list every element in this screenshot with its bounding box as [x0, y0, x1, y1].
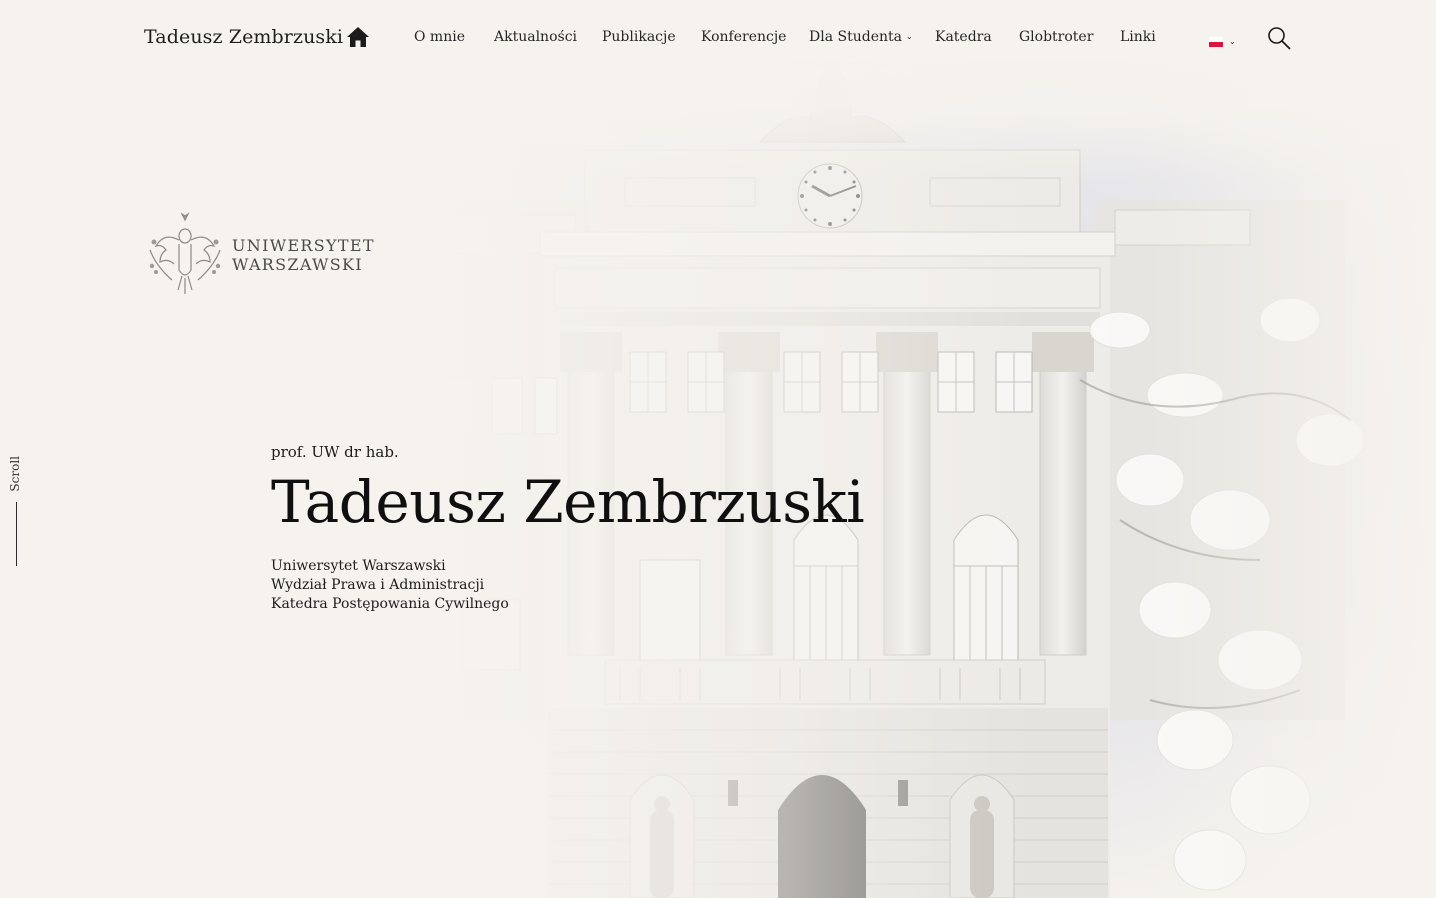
- nav-item-linki[interactable]: Linki: [1120, 29, 1156, 45]
- poland-flag-icon: [1209, 36, 1223, 47]
- university-logo-line1: UNIWERSYTET: [232, 236, 375, 255]
- site-title[interactable]: Tadeusz Zembrzuski: [144, 26, 343, 48]
- nav-item-aktualnosci[interactable]: Aktualności: [494, 29, 577, 45]
- search-icon[interactable]: [1267, 26, 1291, 50]
- university-logo-line2: WARSZAWSKI: [232, 255, 363, 274]
- chevron-down-icon: ⌄: [1229, 37, 1236, 46]
- chevron-down-icon: ⌄: [905, 32, 913, 41]
- scroll-line: [16, 502, 17, 566]
- affiliation-line: Katedra Postępowania Cywilnego: [271, 596, 509, 612]
- nav-item-konferencje[interactable]: Konferencje: [701, 29, 786, 45]
- academic-degree: prof. UW dr hab.: [271, 443, 399, 461]
- home-icon[interactable]: [346, 26, 370, 48]
- hero-name-heading: Tadeusz Zembrzuski: [271, 468, 865, 536]
- affiliation-line: Wydział Prawa i Administracji: [271, 577, 485, 593]
- nav-item-publikacje[interactable]: Publikacje: [602, 29, 676, 45]
- nav-item-o-mnie[interactable]: O mnie: [414, 29, 465, 45]
- scroll-label: Scroll: [8, 456, 22, 492]
- language-selector[interactable]: ⌄: [1209, 31, 1236, 50]
- nav-item-dla-studenta-label: Dla Studenta: [809, 29, 902, 45]
- university-logo-text: UNIWERSYTET WARSZAWSKI: [232, 236, 375, 274]
- affiliation-line: Uniwersytet Warszawski: [271, 558, 446, 574]
- eagle-emblem-icon: [149, 212, 221, 294]
- hero-background-building: [0, 0, 1436, 898]
- nav-item-katedra[interactable]: Katedra: [935, 29, 992, 45]
- nav-item-globtroter[interactable]: Globtroter: [1019, 29, 1093, 45]
- nav-item-dla-studenta[interactable]: Dla Studenta ⌄: [809, 29, 913, 45]
- affiliation-list: Uniwersytet Warszawski Wydział Prawa i A…: [271, 557, 509, 614]
